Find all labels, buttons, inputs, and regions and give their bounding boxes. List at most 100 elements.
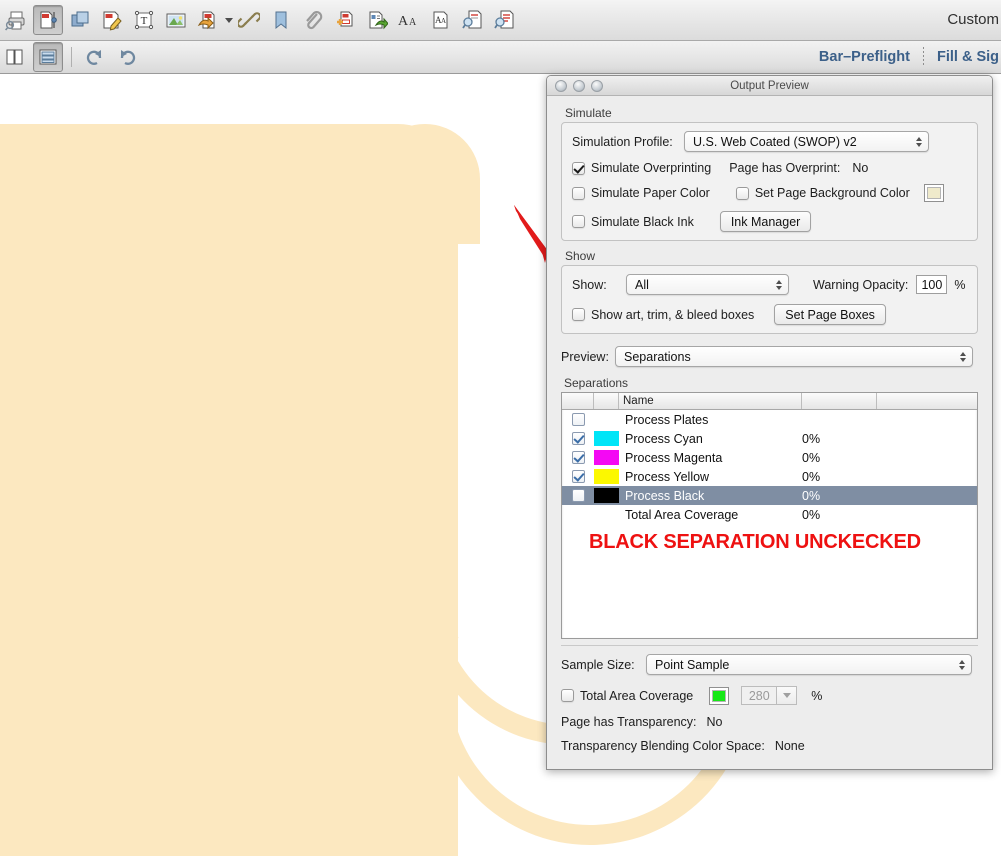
svg-text:A: A bbox=[441, 17, 446, 25]
show-boxes-label: Show art, trim, & bleed boxes bbox=[591, 307, 755, 322]
separations-list[interactable]: Name Process Plates Process Cyan 0% Process… bbox=[561, 392, 978, 639]
mode-label: Custom bbox=[947, 11, 999, 28]
simulate-black-ink-label: Simulate Black Ink bbox=[591, 214, 694, 229]
total-area-coverage-checkbox[interactable]: Total Area Coverage bbox=[561, 689, 693, 703]
continuous-view-icon[interactable] bbox=[33, 42, 63, 72]
separation-name: Total Area Coverage bbox=[625, 507, 739, 522]
output-preview-window: Output Preview Simulate Simulation Profi… bbox=[546, 75, 993, 770]
separation-visibility-toggle[interactable] bbox=[562, 489, 594, 502]
set-page-boxes-button[interactable]: Set Page Boxes bbox=[774, 304, 886, 325]
tac-value-stepper[interactable]: 280 bbox=[741, 686, 798, 705]
simulation-profile-value: U.S. Web Coated (SWOP) v2 bbox=[693, 134, 857, 149]
swatch-fill bbox=[594, 450, 619, 465]
paper-color-row: Simulate Paper Color Set Page Background… bbox=[572, 184, 967, 202]
simulate-paper-color-checkbox[interactable]: Simulate Paper Color bbox=[572, 186, 710, 200]
close-button[interactable] bbox=[555, 79, 567, 92]
inspect-annotations-icon[interactable] bbox=[490, 5, 520, 35]
show-group: Show: All Warning Opacity: 100 % Show ar… bbox=[561, 265, 978, 334]
simulate-overprinting-checkbox[interactable]: Simulate Overprinting bbox=[572, 161, 711, 175]
minimize-button[interactable] bbox=[573, 79, 585, 92]
export-menu-caret-icon[interactable] bbox=[225, 17, 233, 23]
separation-percent: 0% bbox=[802, 431, 821, 446]
simulate-paper-color-label: Simulate Paper Color bbox=[591, 186, 710, 200]
sample-size-select[interactable]: Point Sample bbox=[646, 654, 972, 675]
separation-visibility-toggle[interactable] bbox=[562, 470, 594, 483]
print-icon[interactable] bbox=[1, 5, 31, 35]
page-tools-icon[interactable] bbox=[33, 5, 63, 35]
ink-manager-button[interactable]: Ink Manager bbox=[719, 211, 812, 232]
bookmark-icon[interactable] bbox=[266, 5, 296, 35]
simulate-overprinting-label: Simulate Overprinting bbox=[591, 161, 712, 175]
tab-bar-preflight[interactable]: Bar–Preflight bbox=[819, 49, 910, 65]
page-background-color-swatch[interactable] bbox=[923, 184, 944, 202]
page-has-transparency-value: No bbox=[706, 715, 723, 729]
sample-size-value: Point Sample bbox=[655, 657, 730, 672]
font-page-icon[interactable]: A A bbox=[426, 5, 456, 35]
simulate-group-label: Simulate bbox=[565, 106, 612, 120]
separation-row[interactable]: Process Magenta 0% bbox=[562, 448, 977, 467]
separation-name: Process Yellow bbox=[625, 469, 710, 484]
chevron-updown-icon bbox=[916, 136, 922, 147]
preview-select[interactable]: Separations bbox=[615, 346, 973, 367]
checkbox-icon bbox=[735, 186, 749, 200]
separations-rows: Process Plates Process Cyan 0% Process Mage… bbox=[562, 410, 977, 524]
pages-icon[interactable] bbox=[65, 5, 95, 35]
inspect-page-icon[interactable] bbox=[458, 5, 488, 35]
checkbox-icon bbox=[571, 470, 585, 483]
separation-visibility-toggle[interactable] bbox=[562, 413, 594, 426]
rotate-cw-icon[interactable] bbox=[112, 42, 142, 72]
separation-row[interactable]: Total Area Coverage 0% bbox=[562, 505, 977, 524]
section-divider bbox=[561, 645, 978, 646]
svg-text:T: T bbox=[141, 15, 148, 27]
column-header-name: Name bbox=[619, 393, 802, 409]
show-select[interactable]: All bbox=[626, 274, 789, 295]
show-boxes-checkbox[interactable]: Show art, trim, & bleed boxes bbox=[572, 308, 754, 322]
separation-visibility-toggle[interactable] bbox=[562, 451, 594, 464]
secondary-toolbar: Bar–Preflight Fill & Sig bbox=[0, 41, 1001, 74]
separation-row[interactable]: Process Plates bbox=[562, 410, 977, 429]
form-export-icon[interactable] bbox=[362, 5, 392, 35]
chevron-updown-icon bbox=[776, 279, 782, 290]
attachment-icon[interactable] bbox=[298, 5, 328, 35]
window-titlebar[interactable]: Output Preview bbox=[547, 76, 992, 96]
image-icon[interactable] bbox=[161, 5, 191, 35]
separation-name: Process Magenta bbox=[625, 450, 723, 465]
total-area-coverage-row: Total Area Coverage 280 % bbox=[561, 686, 978, 705]
zoom-button[interactable] bbox=[591, 79, 603, 92]
font-size-icon[interactable]: A A bbox=[394, 5, 424, 35]
main-toolbar: T A A A A Custom bbox=[0, 0, 1001, 41]
edit-note-icon[interactable] bbox=[97, 5, 127, 35]
blending-space-value: None bbox=[774, 739, 805, 753]
checkbox-icon bbox=[572, 161, 585, 175]
checkbox-icon bbox=[571, 413, 585, 426]
simulate-black-ink-checkbox[interactable]: Simulate Black Ink bbox=[572, 215, 694, 229]
column-header-checkbox bbox=[562, 393, 594, 409]
single-page-view-icon[interactable] bbox=[1, 42, 31, 72]
separation-visibility-toggle[interactable] bbox=[562, 432, 594, 445]
swatch-fill bbox=[594, 431, 619, 446]
separation-color-swatch bbox=[594, 450, 619, 465]
separation-color-swatch bbox=[594, 469, 619, 484]
rotate-ccw-icon[interactable] bbox=[80, 42, 110, 72]
set-page-background-color-checkbox[interactable]: Set Page Background Color bbox=[735, 186, 910, 200]
swatch-fill bbox=[712, 689, 727, 702]
red-arrow-annotation bbox=[514, 205, 548, 263]
simulation-profile-select[interactable]: U.S. Web Coated (SWOP) v2 bbox=[684, 131, 929, 152]
separation-row[interactable]: Process Black 0% bbox=[562, 486, 977, 505]
separation-row[interactable]: Process Yellow 0% bbox=[562, 467, 977, 486]
svg-text:A: A bbox=[409, 17, 417, 28]
text-box-icon[interactable]: T bbox=[129, 5, 159, 35]
add-stamp-icon[interactable] bbox=[330, 5, 360, 35]
separation-percent: 0% bbox=[802, 469, 821, 484]
export-page-icon[interactable] bbox=[193, 5, 223, 35]
simulation-profile-row: Simulation Profile: U.S. Web Coated (SWO… bbox=[572, 131, 967, 152]
link-icon[interactable] bbox=[234, 5, 264, 35]
tac-color-swatch[interactable] bbox=[709, 686, 730, 705]
tac-value-input[interactable]: 280 bbox=[741, 686, 778, 705]
simulation-profile-label: Simulation Profile: bbox=[572, 134, 673, 149]
sample-size-label: Sample Size: bbox=[561, 657, 635, 672]
tab-fill-and-sign[interactable]: Fill & Sig bbox=[937, 49, 1001, 65]
separation-row[interactable]: Process Cyan 0% bbox=[562, 429, 977, 448]
stepper-down-icon[interactable] bbox=[777, 686, 798, 705]
warning-opacity-input[interactable]: 100 bbox=[916, 275, 948, 294]
